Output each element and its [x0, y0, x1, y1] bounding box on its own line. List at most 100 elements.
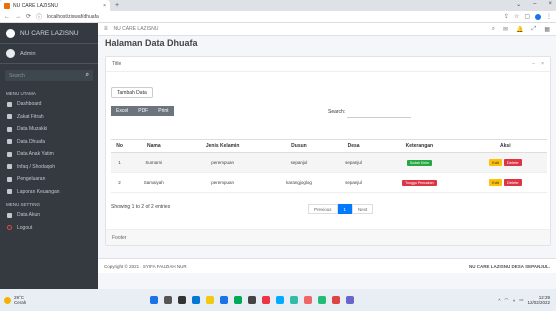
- search-icon[interactable]: [164, 296, 172, 304]
- reload-icon[interactable]: ⟳: [26, 13, 31, 20]
- print-button[interactable]: Print: [153, 106, 174, 116]
- back-icon[interactable]: ←: [4, 14, 10, 20]
- file-explorer-icon[interactable]: [206, 296, 214, 304]
- collapse-icon[interactable]: −: [532, 61, 535, 67]
- new-tab-button[interactable]: +: [115, 2, 119, 9]
- close-window-icon[interactable]: ×: [548, 1, 552, 8]
- menu-icon[interactable]: ⋮: [546, 13, 552, 20]
- tab-close-icon[interactable]: ×: [103, 3, 106, 9]
- edit-button[interactable]: Edit: [489, 179, 502, 186]
- search-icon[interactable]: ⌕: [86, 72, 89, 79]
- fullscreen-icon[interactable]: ⤢: [532, 26, 537, 33]
- cell-no: 1: [111, 152, 129, 173]
- chrome-icon[interactable]: [304, 296, 312, 304]
- sidebar-item-data-anak-yatim[interactable]: Data Anak Yatim: [0, 148, 98, 161]
- favicon-icon: [4, 2, 10, 9]
- browser-tab[interactable]: NU CARE LAZISNU ×: [0, 0, 110, 11]
- profile-icon[interactable]: [535, 13, 541, 20]
- opera-icon[interactable]: [262, 296, 270, 304]
- app-icon[interactable]: [346, 296, 354, 304]
- sidebar-item-dashboard[interactable]: Dashboard: [0, 98, 98, 111]
- search-input[interactable]: [347, 109, 412, 118]
- table-icon: [7, 139, 12, 145]
- user-panel[interactable]: Admin: [0, 44, 98, 64]
- sidebar-item-data-dhuafa[interactable]: Data Dhuafa: [0, 136, 98, 149]
- cell-keterangan: Tunggu Pencairan: [375, 172, 464, 193]
- sidebar-item-label: Logout: [17, 224, 33, 231]
- forward-icon[interactable]: →: [15, 14, 21, 20]
- search-label: Search:: [328, 109, 346, 115]
- nav-header-menu: MENU UTAMA: [6, 91, 36, 96]
- cell-nama: Samaiyah: [128, 172, 180, 193]
- clock[interactable]: 12:39 12/02/2022: [527, 295, 550, 306]
- url-field[interactable]: localhost/ziswaf/dhuafa: [47, 14, 499, 20]
- taskbar: 29°C Cerah ^ ◠ ◖ ▭ 12:39 12/02/2022: [0, 289, 556, 311]
- table-info: Showing 1 to 2 of 2 entries: [111, 204, 171, 210]
- add-data-button[interactable]: Tambah Data: [111, 87, 153, 98]
- hamburger-icon[interactable]: ≡: [104, 26, 108, 32]
- excel-button[interactable]: Excel: [111, 106, 134, 116]
- widgets-icon[interactable]: [192, 296, 200, 304]
- pagination-next[interactable]: Next: [352, 204, 374, 214]
- tab-search-icon[interactable]: ⌄: [516, 1, 521, 8]
- brand-link[interactable]: NU CARE LAZISNU: [0, 23, 98, 44]
- pagination-page-1[interactable]: 1: [337, 204, 353, 214]
- delete-button[interactable]: Delete: [503, 179, 522, 186]
- grid-icon[interactable]: ▦: [544, 26, 550, 33]
- pdf-button[interactable]: PDF: [133, 106, 154, 116]
- tray-chevron-icon[interactable]: ^: [498, 298, 500, 303]
- sidebar-item-logout[interactable]: Logout: [0, 222, 98, 235]
- terminal-icon[interactable]: [248, 296, 256, 304]
- circle-icon: [7, 225, 12, 231]
- messages-icon[interactable]: ✉: [503, 26, 508, 33]
- volume-icon[interactable]: ◖: [512, 298, 515, 303]
- col-aksi[interactable]: Aksi: [463, 139, 547, 153]
- sidebar-item-infaq[interactable]: Infaq / Shodaqoh: [0, 161, 98, 174]
- sidebar-item-pengeluaran[interactable]: Pengeluaran: [0, 173, 98, 186]
- star-icon[interactable]: ☆: [514, 13, 519, 20]
- table-icon: [7, 212, 12, 218]
- pagination-previous[interactable]: Previous: [308, 204, 338, 214]
- minimize-icon[interactable]: –: [533, 1, 536, 8]
- sidebar: NU CARE LAZISNU Admin Search ⌕ MENU UTAM…: [0, 23, 98, 289]
- sidebar-item-data-akun[interactable]: Data Akun: [0, 209, 98, 222]
- app-icon[interactable]: [332, 296, 340, 304]
- col-jenis-kelamin[interactable]: Jenis Kelamin: [179, 139, 266, 153]
- col-dusun[interactable]: Dusun: [265, 139, 333, 153]
- whatsapp-icon[interactable]: [318, 296, 326, 304]
- table-icon: [7, 189, 12, 195]
- navbar-title: NU CARE LAZISNU: [113, 26, 159, 32]
- weather-widget[interactable]: 29°C Cerah: [4, 295, 64, 305]
- col-desa[interactable]: Desa: [332, 139, 376, 153]
- sidebar-item-label: Infaq / Shodaqoh: [17, 163, 56, 170]
- task-view-icon[interactable]: [178, 296, 186, 304]
- extensions-icon[interactable]: ▢: [524, 13, 530, 20]
- search-icon[interactable]: ⌕: [492, 26, 495, 33]
- tab-title: NU CARE LAZISNU: [13, 2, 59, 9]
- edge-icon[interactable]: [220, 296, 228, 304]
- close-icon[interactable]: ×: [541, 61, 544, 67]
- col-no[interactable]: No: [111, 139, 129, 153]
- pagination: Previous 1 Next: [308, 204, 374, 214]
- sidebar-item-laporan-keuangan[interactable]: Laporan Keuangan: [0, 186, 98, 199]
- app-icon[interactable]: [290, 296, 298, 304]
- info-icon[interactable]: ⓘ: [36, 12, 42, 21]
- sidebar-item-data-muzakki[interactable]: Data Muzakki: [0, 123, 98, 136]
- battery-icon[interactable]: ▭: [519, 297, 523, 303]
- wifi-icon[interactable]: ◠: [505, 297, 509, 303]
- edit-button[interactable]: Edit: [489, 159, 502, 166]
- sidebar-search[interactable]: Search ⌕: [5, 70, 93, 81]
- notifications-icon[interactable]: 🔔: [516, 26, 523, 33]
- col-keterangan[interactable]: Keterangan: [375, 139, 464, 153]
- copyright-text: Copyright © 2021 . SYIFA FAUZIAH NUR: [104, 263, 187, 269]
- clock-date: 12/02/2022: [527, 300, 550, 305]
- sidebar-item-zakat-fitrah[interactable]: Zakat Fitrah: [0, 111, 98, 124]
- share-icon[interactable]: ⇪: [504, 13, 509, 20]
- start-icon[interactable]: [150, 296, 158, 304]
- table-header-row: No Nama Jenis Kelamin Dusun Desa Keteran…: [111, 139, 547, 153]
- col-nama[interactable]: Nama: [128, 139, 180, 153]
- sidebar-search-input[interactable]: Search: [9, 73, 25, 79]
- store-icon[interactable]: [234, 296, 242, 304]
- delete-button[interactable]: Delete: [503, 159, 522, 166]
- vscode-icon[interactable]: [276, 296, 284, 304]
